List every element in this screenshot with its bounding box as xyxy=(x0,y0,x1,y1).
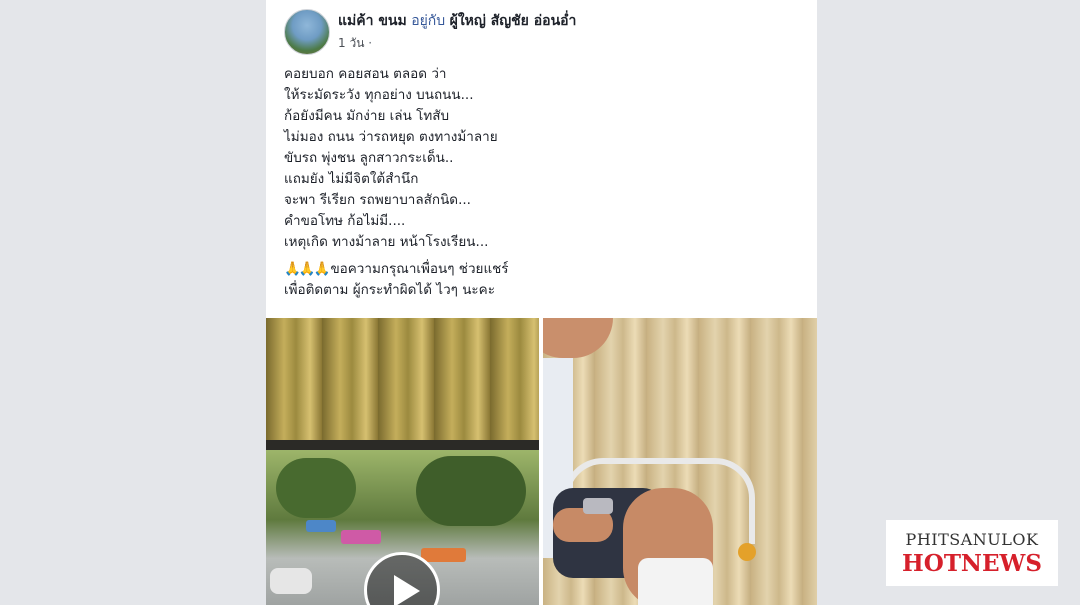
post-line: ก้อยังมีคน มักง่าย เล่น โทสับ xyxy=(284,108,450,124)
post-text: คอยบอก คอยสอน ตลอด ว่า ให้ระมัดระวัง ทุก… xyxy=(284,64,509,301)
curtain-image xyxy=(266,318,539,446)
post-line: ไม่มอง ถนน ว่ารถหยุด ตงทางม้าลาย xyxy=(284,129,498,145)
logo-line-2: HOTNEWS xyxy=(902,550,1042,577)
post-line: ให้ระมัดระวัง ทุกอย่าง บนถนน... xyxy=(284,87,474,103)
author-name[interactable]: แม่ค้า ขนม xyxy=(338,13,407,29)
avatar[interactable] xyxy=(284,9,330,55)
left-background xyxy=(0,0,266,605)
photo-injured-leg[interactable] xyxy=(543,318,817,605)
post-line: เหตุเกิด ทางม้าลาย หน้าโรงเรียน... xyxy=(284,234,489,250)
share-line-2: เพื่อติดตาม ผู้กระทำผิดได้ ไวๆ นะคะ xyxy=(284,282,495,298)
facebook-post: แม่ค้า ขนม อยู่กับ ผู้ใหญ่ สัญชัย อ่อนอ่… xyxy=(266,0,817,605)
pray-emoji-icon: 🙏🙏🙏 xyxy=(284,261,330,277)
post-header: แม่ค้า ขนม อยู่กับ ผู้ใหญ่ สัญชัย อ่อนอ่… xyxy=(338,10,576,32)
share-line-1: ขอความกรุณาเพื่อนๆ ช่วยแชร์ xyxy=(330,261,509,277)
post-media xyxy=(266,318,817,605)
post-line: คำขอโทษ ก้อไม่มี.... xyxy=(284,213,406,229)
post-line: จะพา รีเรียก รถพยาบาลสักนิด... xyxy=(284,192,471,208)
tagged-person[interactable]: ผู้ใหญ่ สัญชัย อ่อนอ่ำ xyxy=(450,13,577,29)
video-thumbnail[interactable] xyxy=(266,318,539,605)
post-line: แถมยัง ไม่มีจิตใต้สำนึก xyxy=(284,171,419,187)
with-label: อยู่กับ xyxy=(411,13,446,29)
post-time[interactable]: 1 วัน xyxy=(338,36,364,50)
share-request: 🙏🙏🙏 ขอความกรุณาเพื่อนๆ ช่วยแชร์ xyxy=(284,259,509,280)
post-line: ขับรถ พุ่งชน ลูกสาวกระเด็น.. xyxy=(284,150,454,166)
post-meta: 1 วัน · xyxy=(338,34,372,53)
logo-line-1: PHITSANULOK xyxy=(905,530,1039,549)
meta-separator: · xyxy=(368,36,373,50)
watermark-logo: PHITSANULOK HOTNEWS xyxy=(886,520,1058,586)
right-background xyxy=(817,0,1080,605)
post-line: คอยบอก คอยสอน ตลอด ว่า xyxy=(284,66,447,82)
